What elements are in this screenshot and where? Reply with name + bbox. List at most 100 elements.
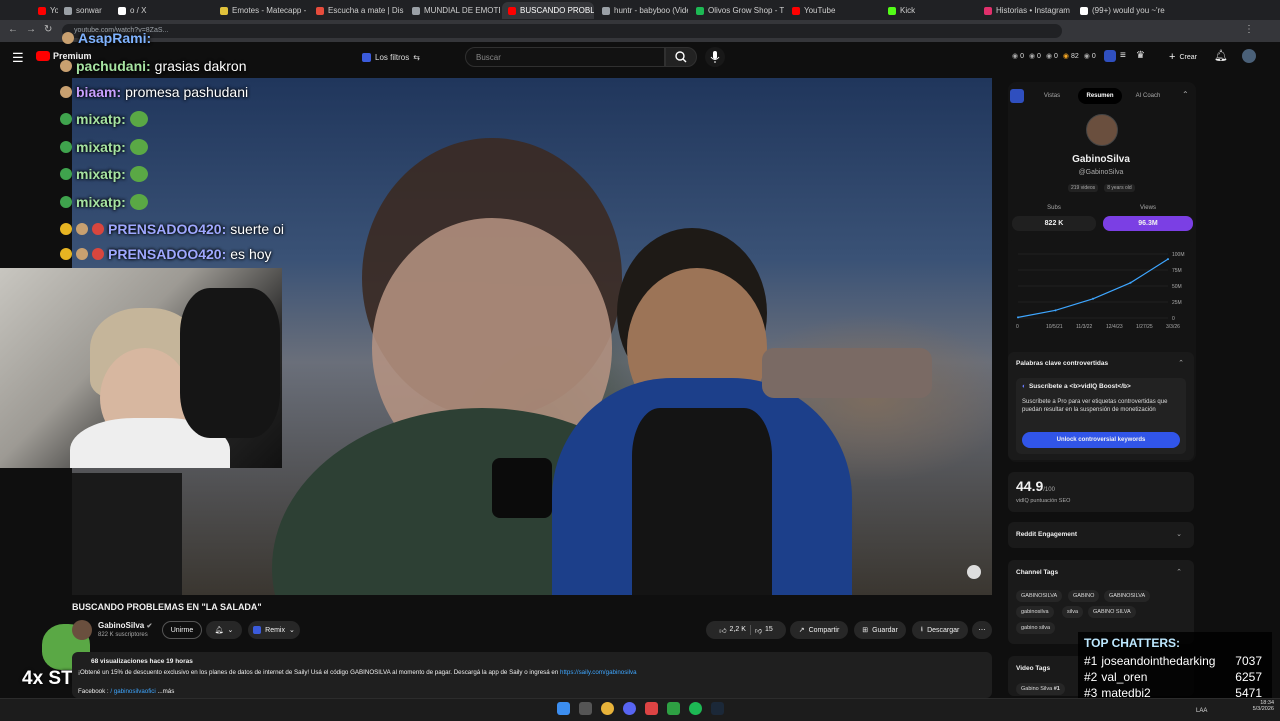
vidiq-tabs: Vistas Resumen AI Coach	[1030, 88, 1170, 104]
vidiq-tab[interactable]: Vistas	[1030, 88, 1074, 104]
dislike-count: 15	[765, 625, 773, 633]
channel-tags-collapse-icon[interactable]: ⌃	[1176, 568, 1182, 576]
description-link[interactable]: https://saily.com/gabinosilva	[560, 669, 637, 676]
start-icon[interactable]	[557, 702, 570, 715]
share-button[interactable]: ↗ Compartir	[790, 621, 848, 639]
channel-avatar[interactable]	[72, 620, 92, 640]
tab-label: Historias • Instagram	[996, 6, 1070, 15]
chat-text: promesa pashudani	[125, 84, 249, 100]
subscribed-bell-button[interactable]: 🔔︎ ⌄	[206, 621, 242, 639]
channel-name-text: GabinoSilva	[98, 621, 145, 630]
tab-favicon-icon	[412, 6, 420, 15]
unlock-keywords-button[interactable]: Unlock controversial keywords	[1022, 432, 1180, 448]
chat-message: mixatp:	[60, 194, 148, 210]
clock-date: 5/3/2026	[1252, 706, 1274, 712]
vidiq-tab[interactable]: AI Coach	[1126, 88, 1170, 104]
create-button[interactable]: + Crear	[1162, 48, 1204, 66]
tab-label: huntr - babyboo (Vide	[614, 6, 688, 15]
tab-item[interactable]: sonwar	[58, 2, 110, 19]
reload-icon[interactable]: ↻	[44, 24, 52, 35]
chat-text: suerte oi	[230, 221, 284, 237]
views-value[interactable]: 96.3M	[1103, 216, 1193, 231]
vidiq-stats-bar[interactable]: ◉ 0 ◉ 0 ◉ 0 ◉ 82 ◉ 0	[1012, 52, 1096, 60]
language-indicator[interactable]: LAA	[1196, 708, 1207, 714]
steam-icon[interactable]	[711, 702, 724, 715]
video-overlay-avatar-icon[interactable]	[967, 565, 981, 579]
vidiq-tab[interactable]: Resumen	[1078, 88, 1122, 104]
forward-icon[interactable]: →	[26, 24, 36, 35]
channel-tag[interactable]: silva	[1062, 606, 1084, 618]
tab-item[interactable]: YouTube	[32, 2, 58, 19]
streamlabs-icon[interactable]	[667, 702, 680, 715]
channel-tag[interactable]: GABINOSILVA	[1104, 590, 1151, 602]
tab-item[interactable]: (99+) would you ~'re	[1074, 2, 1170, 19]
channel-tags-title: Channel Tags	[1016, 569, 1059, 576]
dislike-button[interactable]: 👎︎ 15	[755, 626, 773, 635]
tab-favicon-icon	[64, 6, 72, 15]
join-button[interactable]: Unirme	[162, 621, 202, 639]
channel-tag[interactable]: GABINOSILVA	[1016, 590, 1063, 602]
tab-item[interactable]: o / X	[112, 2, 212, 19]
stat-item: ◉ 82	[1063, 52, 1079, 60]
remix-button[interactable]: Remix ⌄	[248, 621, 300, 639]
search-button[interactable]	[665, 47, 697, 67]
spotify-icon[interactable]	[689, 702, 702, 715]
controversial-collapse-icon[interactable]: ⌃	[1178, 359, 1184, 367]
share-icon: ↗	[798, 627, 805, 634]
filters-button[interactable]: Los filtros ⇆	[362, 49, 420, 65]
trophy-icon[interactable]: ♛	[1136, 50, 1145, 61]
clock[interactable]: 18:34 5/3/2026	[1244, 700, 1274, 712]
list-icon[interactable]: ≡	[1120, 50, 1126, 61]
tab-favicon-icon	[38, 6, 46, 15]
channel-tag[interactable]: gabinosilva	[1016, 606, 1054, 618]
like-button[interactable]: 👍︎ 2,2 K	[719, 626, 746, 635]
address-bar[interactable]: youtube.com/watch?v=8ZaS...	[62, 24, 1062, 38]
vidiq-extension-icon[interactable]	[1104, 50, 1116, 62]
browser-menu-icon[interactable]: ⋮	[1244, 24, 1254, 35]
account-avatar[interactable]	[1242, 49, 1256, 63]
chat-badge-icon	[76, 223, 88, 235]
search-input[interactable]: Buscar	[465, 47, 665, 67]
chat-username: PRENSADOO420:	[108, 246, 227, 262]
task-view-icon[interactable]	[579, 702, 592, 715]
channel-tag[interactable]: gabino silva	[1016, 622, 1056, 634]
more-actions-button[interactable]: ⋯	[972, 621, 992, 639]
chart-point	[1092, 297, 1094, 300]
hamburger-menu-icon[interactable]: ☰	[12, 50, 24, 66]
chrome-icon[interactable]	[601, 702, 614, 715]
tab-item[interactable]: huntr - babyboo (Vide	[596, 2, 688, 19]
tab-item[interactable]: Escucha a mate | Dish	[310, 2, 404, 19]
more-link[interactable]: ...más	[158, 688, 175, 695]
bell-icon: 🔔︎	[214, 627, 224, 634]
video-tag[interactable]: Gabino Silva #1	[1016, 683, 1065, 695]
pepe-emote-icon	[129, 111, 148, 127]
subs-value[interactable]: 822 K	[1012, 216, 1096, 231]
save-button[interactable]: ⊞ Guardar	[854, 621, 906, 639]
tab-item[interactable]: Olivos Grow Shop - Tu	[690, 2, 784, 19]
chart-x-tick: 10/5/21	[1046, 324, 1063, 330]
obs-icon[interactable]	[645, 702, 658, 715]
reddit-engagement-section[interactable]: Reddit Engagement ⌄	[1008, 522, 1194, 548]
tab-item[interactable]: Historias • Instagram	[978, 2, 1072, 19]
discord-icon[interactable]	[623, 702, 636, 715]
save-icon: ⊞	[862, 627, 869, 634]
tab-item[interactable]: Kick	[882, 2, 976, 19]
voice-search-button[interactable]	[705, 47, 725, 67]
create-label: Crear	[1179, 53, 1197, 61]
channel-name[interactable]: GabinoSilva ✔	[98, 621, 152, 630]
collapse-icon[interactable]: ⌃	[1182, 90, 1189, 99]
download-button[interactable]: ⭳ Descargar	[912, 621, 968, 639]
channel-tag[interactable]: GABINO	[1068, 590, 1100, 602]
tab-item[interactable]: MUNDIAL DE EMOTES	[406, 2, 500, 19]
subscriber-count: 822 K suscriptores	[98, 632, 148, 638]
channel-tag[interactable]: GABINO SILVA	[1088, 606, 1136, 618]
tab-item[interactable]: BUSCANDO PROBLEM	[502, 2, 594, 19]
join-label: Unirme	[170, 626, 194, 634]
stat-icon: ◉	[1045, 53, 1053, 60]
download-label: Descargar	[927, 626, 960, 634]
tab-item[interactable]: Emotes - Matecapp - F	[214, 2, 308, 19]
tab-item[interactable]: YouTube	[786, 2, 880, 19]
notifications-bell-icon[interactable]: 🔔︎	[1214, 49, 1228, 62]
back-icon[interactable]: ←	[8, 24, 18, 35]
facebook-link[interactable]: / gabinosilvaofici	[110, 688, 155, 695]
